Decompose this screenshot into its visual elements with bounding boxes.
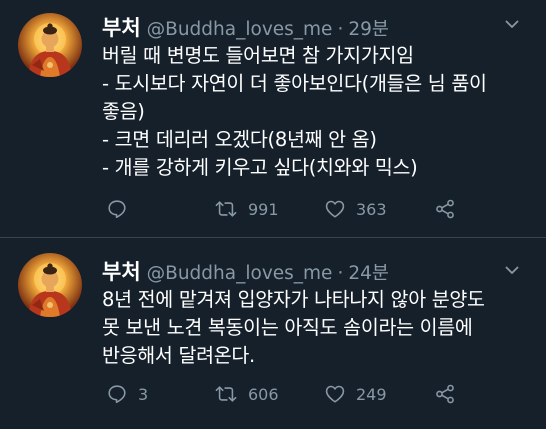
user-handle[interactable]: @Buddha_loves_me <box>147 19 333 40</box>
tweet-actions: 991 363 <box>104 195 464 223</box>
more-options-button[interactable] <box>502 14 522 34</box>
tweet-text-line: - 개를 강하게 키우고 싶다(치와와 믹스) <box>102 156 418 179</box>
user-handle[interactable]: @Buddha_loves_me <box>147 263 333 284</box>
tweet[interactable]: 부처 @Buddha_loves_me · 29분 버릴 때 변명도 들어보면 … <box>0 0 546 238</box>
display-name[interactable]: 부처 <box>102 256 141 286</box>
more-options-button[interactable] <box>502 260 522 280</box>
avatar[interactable] <box>18 13 82 77</box>
tweet-text-line: 버릴 때 변명도 들어보면 참 가지가지임 <box>102 44 414 67</box>
heart-icon <box>325 385 345 403</box>
timestamp[interactable]: 24분 <box>348 259 389 285</box>
retweet-count: 606 <box>248 384 279 404</box>
share-button[interactable] <box>434 195 456 223</box>
tweet-text: 버릴 때 변명도 들어보면 참 가지가지임 - 도시보다 자연이 더 좋아보인다… <box>102 42 532 182</box>
like-button[interactable]: 363 <box>324 195 387 223</box>
tweet-text: 8년 전에 맡겨져 입양자가 나타나지 않아 분양도 못 보낸 노견 복동이는 … <box>102 286 532 370</box>
share-icon <box>436 199 454 219</box>
like-count: 363 <box>356 199 387 219</box>
header-separator: · <box>337 19 344 40</box>
heart-icon <box>325 200 345 218</box>
reply-icon <box>108 200 126 219</box>
reply-button[interactable]: 3 <box>106 380 148 408</box>
avatar[interactable] <box>18 253 82 317</box>
buddha-avatar-image <box>18 13 82 77</box>
retweet-count: 991 <box>248 199 279 219</box>
tweet-text-line: - 크면 데리러 오겠다(8년째 안 옴) <box>102 128 377 151</box>
chevron-down-icon <box>505 266 519 274</box>
share-icon <box>436 384 454 404</box>
retweet-button[interactable]: 606 <box>214 380 279 408</box>
tweet-actions: 3 606 249 <box>104 380 464 408</box>
retweet-icon <box>215 386 237 402</box>
chevron-down-icon <box>505 20 519 28</box>
display-name[interactable]: 부처 <box>102 12 141 42</box>
tweet-header: 부처 @Buddha_loves_me · 29분 <box>102 12 389 42</box>
reply-icon <box>108 385 126 404</box>
tweet-header: 부처 @Buddha_loves_me · 24분 <box>102 256 389 286</box>
retweet-button[interactable]: 991 <box>214 195 279 223</box>
reply-count: 3 <box>138 384 149 404</box>
tweet-text-line: 반응해서 달려온다. <box>102 344 255 367</box>
tweet-text-line: 좋음) <box>102 100 145 123</box>
share-button[interactable] <box>434 380 456 408</box>
timestamp[interactable]: 29분 <box>348 15 389 41</box>
tweet[interactable]: 부처 @Buddha_loves_me · 24분 8년 전에 맡겨져 입양자가… <box>0 238 546 429</box>
like-count: 249 <box>356 384 387 404</box>
tweet-text-line: - 도시보다 자연이 더 좋아보인다(개들은 님 품이 <box>102 72 487 95</box>
tweet-text-line: 8년 전에 맡겨져 입양자가 나타나지 않아 분양도 <box>102 288 485 311</box>
buddha-avatar-image <box>18 253 82 317</box>
retweet-icon <box>215 201 237 217</box>
tweet-text-line: 못 보낸 노견 복동이는 아직도 솜이라는 이름에 <box>102 316 473 339</box>
like-button[interactable]: 249 <box>324 380 387 408</box>
reply-button[interactable] <box>106 195 138 223</box>
header-separator: · <box>337 263 344 284</box>
